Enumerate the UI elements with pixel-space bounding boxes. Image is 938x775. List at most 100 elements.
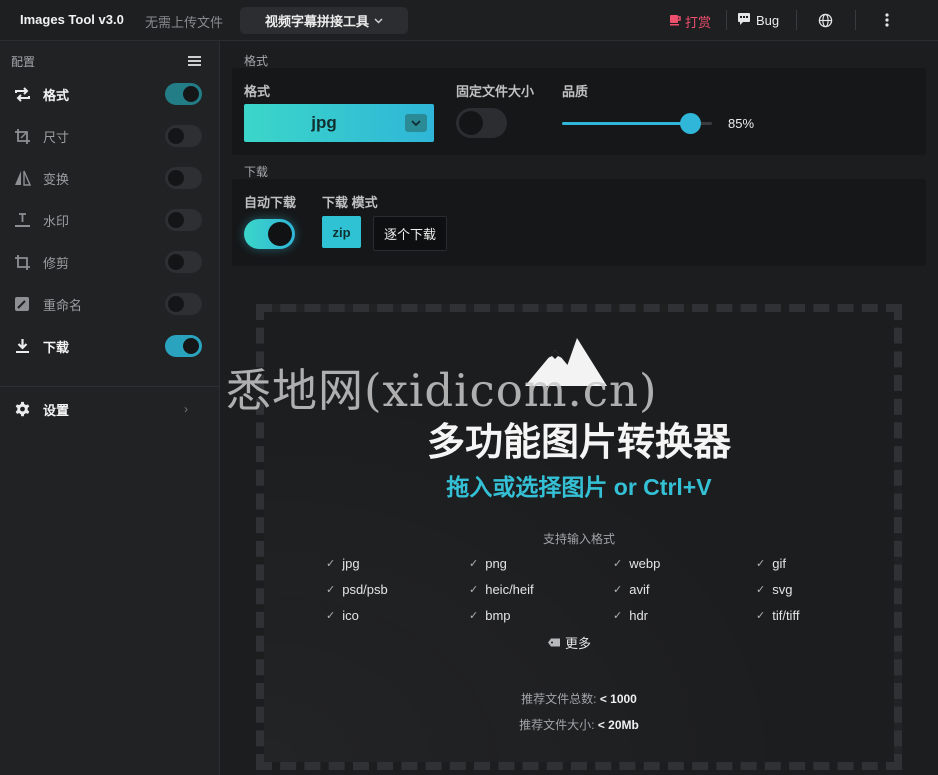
tool-select-label: 视频字幕拼接工具 <box>264 14 369 29</box>
sidebar-divider <box>0 386 220 387</box>
app-title: Images Tool v3.0 <box>20 12 124 27</box>
quality-label: 品质 <box>562 84 589 99</box>
message-icon <box>737 12 751 28</box>
download-section-label: 下载 <box>244 165 269 179</box>
sidebar-item-label: 下载 <box>43 339 70 355</box>
divider <box>855 10 856 30</box>
format-item: ✓ tif/tiff <box>756 608 799 623</box>
sidebar-item-format[interactable]: 格式 <box>0 76 220 112</box>
format-toggle[interactable] <box>165 83 202 105</box>
quality-slider-fill <box>562 122 690 125</box>
reward-button[interactable]: 打赏 <box>669 12 711 31</box>
transform-toggle[interactable] <box>165 167 202 189</box>
sidebar-item-rename[interactable]: 重命名 <box>0 286 220 322</box>
toggle-knob <box>168 254 184 270</box>
sidebar: 配置 格式 尺寸 变换 水印 修剪 重命名 下载 设置 › <box>0 41 220 775</box>
format-section-label: 格式 <box>244 54 269 68</box>
format-item: ✓ hdr <box>613 608 648 623</box>
sidebar-header: 配置 <box>11 55 36 69</box>
sidebar-item-size[interactable]: 尺寸 <box>0 118 220 154</box>
toggle-knob <box>168 170 184 186</box>
tool-select-dropdown[interactable]: 视频字幕拼接工具 <box>240 7 408 34</box>
toggle-knob <box>183 86 199 102</box>
recommended-file-size: 推荐文件大小: < 20Mb <box>0 716 938 733</box>
flip-icon <box>12 168 32 188</box>
sidebar-item-transform[interactable]: 变换 <box>0 160 220 196</box>
download-icon <box>12 336 32 356</box>
top-bar: Images Tool v3.0 无需上传文件 视频字幕拼接工具 打赏 Bug <box>0 0 938 41</box>
format-name: gif <box>772 556 786 571</box>
format-item: ✓ avif <box>613 582 649 597</box>
watermark-toggle[interactable] <box>165 209 202 231</box>
format-item: ✓ bmp <box>469 608 511 623</box>
auto-download-toggle[interactable] <box>244 219 295 249</box>
zip-mode-button[interactable]: zip <box>322 216 361 248</box>
language-globe-icon[interactable] <box>815 10 835 30</box>
format-name: png <box>485 556 507 571</box>
sidebar-item-label: 水印 <box>43 213 70 229</box>
format-item: ✓ psd/psb <box>326 582 388 597</box>
download-panel: 自动下载 下载 模式 zip 逐个下载 <box>232 179 926 266</box>
bug-report-button[interactable]: Bug <box>737 12 779 28</box>
check-icon: ✓ <box>756 584 766 596</box>
dropzone-subtitle: 拖入或选择图片 or Ctrl+V <box>446 474 712 500</box>
check-icon: ✓ <box>469 584 479 596</box>
format-name: avif <box>629 582 650 597</box>
crop-toggle[interactable] <box>165 251 202 273</box>
sidebar-item-label: 重命名 <box>43 297 83 313</box>
format-name: bmp <box>485 608 511 623</box>
sidebar-item-label: 格式 <box>43 87 70 103</box>
toggle-knob <box>168 128 184 144</box>
count-label: 推荐文件总数: <box>521 692 600 706</box>
format-name: tif/tiff <box>772 608 800 623</box>
toggle-knob <box>183 338 199 354</box>
dropzone-title: 多功能图片转换器 <box>426 422 731 464</box>
format-item: ✓ heic/heif <box>469 582 534 597</box>
each-download-button[interactable]: 逐个下载 <box>373 216 447 251</box>
format-name: jpg <box>342 556 360 571</box>
check-icon: ✓ <box>613 558 623 570</box>
menu-icon[interactable] <box>188 54 201 69</box>
supported-formats-label: 支持输入格式 <box>542 532 615 546</box>
quality-slider[interactable] <box>562 113 712 134</box>
check-icon: ✓ <box>326 558 336 570</box>
format-name: svg <box>772 582 793 597</box>
format-name: heic/heif <box>485 582 534 597</box>
format-field-label: 格式 <box>244 84 271 99</box>
fixed-size-toggle[interactable] <box>456 108 507 138</box>
format-value: jpg <box>311 113 337 132</box>
format-name: webp <box>629 556 661 571</box>
check-icon: ✓ <box>613 584 623 596</box>
toggle-knob <box>168 212 184 228</box>
format-name: psd/psb <box>342 582 388 597</box>
toggle-knob <box>459 111 483 135</box>
auto-download-label: 自动下载 <box>244 195 297 210</box>
more-formats-button[interactable]: 更多 <box>548 633 591 652</box>
quality-slider-thumb[interactable] <box>679 113 701 134</box>
rename-toggle[interactable] <box>165 293 202 315</box>
sidebar-item-download[interactable]: 下载 <box>0 328 220 364</box>
divider <box>796 10 797 30</box>
check-icon: ✓ <box>326 584 336 596</box>
sidebar-item-watermark[interactable]: 水印 <box>0 202 220 238</box>
size-value: < 20Mb <box>597 718 639 732</box>
count-value: < 1000 <box>599 692 637 706</box>
check-icon: ✓ <box>756 610 766 622</box>
download-mode-label: 下载 模式 <box>322 195 378 210</box>
chevron-down-icon <box>374 16 383 26</box>
sidebar-item-label: 修剪 <box>43 255 70 271</box>
more-vertical-icon[interactable] <box>877 10 897 30</box>
check-icon: ✓ <box>469 610 479 622</box>
format-select[interactable]: jpg <box>244 104 434 142</box>
format-panel: 格式 jpg 固定文件大小 品质 85% <box>232 68 926 155</box>
download-toggle[interactable] <box>165 335 202 357</box>
check-icon: ✓ <box>756 558 766 570</box>
watermark-icon <box>12 210 32 230</box>
quality-value: 85% <box>728 116 755 131</box>
toggle-knob <box>268 222 292 246</box>
recommended-file-count: 推荐文件总数: < 1000 <box>0 690 938 707</box>
bug-label: Bug <box>756 12 780 28</box>
size-toggle[interactable] <box>165 125 202 147</box>
format-item: ✓ ico <box>326 608 359 623</box>
sidebar-item-crop[interactable]: 修剪 <box>0 244 220 280</box>
